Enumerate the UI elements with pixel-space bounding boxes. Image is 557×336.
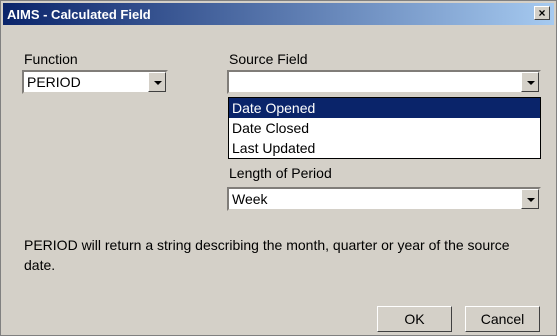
source-field-options-list[interactable]: Date Opened Date Closed Last Updated xyxy=(228,97,541,159)
chevron-down-icon xyxy=(527,198,535,202)
title-bar[interactable]: AIMS - Calculated Field × xyxy=(3,3,554,25)
length-of-period-label: Length of Period xyxy=(229,165,332,181)
close-button[interactable]: × xyxy=(534,6,550,20)
list-item-date-opened[interactable]: Date Opened xyxy=(229,98,540,118)
cancel-button-label: Cancel xyxy=(480,311,525,327)
cancel-button[interactable]: Cancel xyxy=(465,306,540,332)
length-of-period-value: Week xyxy=(232,191,268,207)
function-label: Function xyxy=(24,51,78,67)
length-of-period-dropdown-button[interactable] xyxy=(521,189,539,209)
source-field-dropdown-button[interactable] xyxy=(521,72,539,92)
function-description: PERIOD will return a string describing t… xyxy=(24,237,510,273)
ok-button-label: OK xyxy=(404,311,425,327)
length-of-period-dropdown[interactable]: Week xyxy=(227,187,541,211)
calculated-field-dialog: AIMS - Calculated Field × Function PERIO… xyxy=(0,0,557,336)
source-field-label: Source Field xyxy=(229,51,308,67)
window-title: AIMS - Calculated Field xyxy=(7,7,151,22)
function-dropdown[interactable]: PERIOD xyxy=(22,70,168,94)
ok-button[interactable]: OK xyxy=(377,306,452,332)
chevron-down-icon xyxy=(154,81,162,85)
close-icon: × xyxy=(538,6,546,20)
source-field-dropdown[interactable] xyxy=(227,70,541,94)
function-dropdown-button[interactable] xyxy=(148,72,166,92)
list-item-last-updated[interactable]: Last Updated xyxy=(229,138,540,158)
chevron-down-icon xyxy=(527,81,535,85)
function-value: PERIOD xyxy=(27,74,81,90)
list-item-date-closed[interactable]: Date Closed xyxy=(229,118,540,138)
